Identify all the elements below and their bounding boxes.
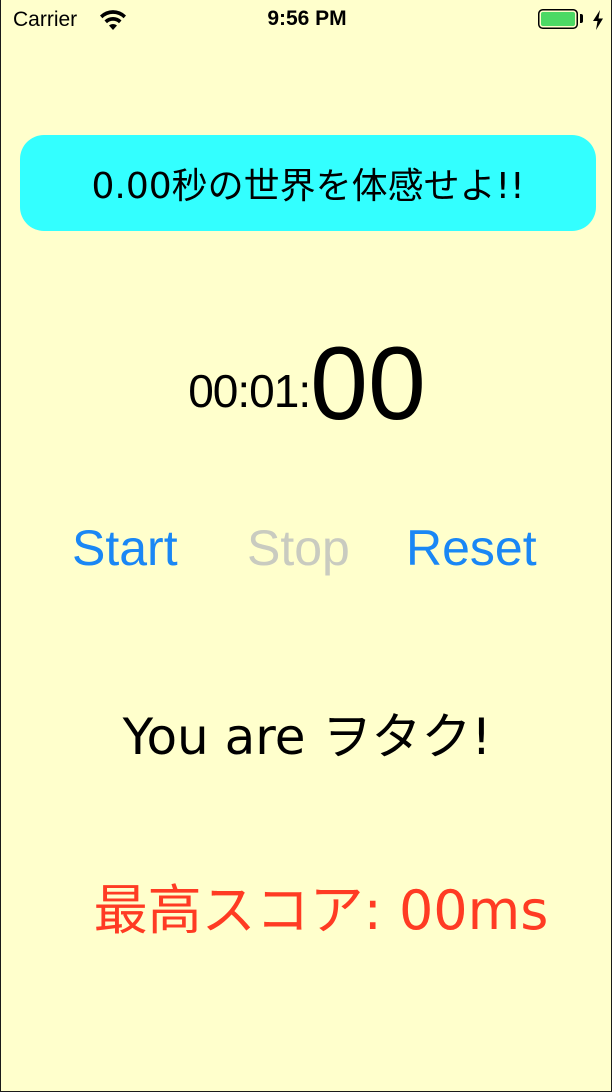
result-message: You are ヲタク!	[122, 708, 492, 766]
charging-icon	[593, 10, 603, 30]
battery-nub	[580, 14, 583, 23]
best-score-label: 最高スコア: 00ms	[93, 879, 549, 942]
stop-button[interactable]: Stop	[247, 515, 350, 581]
timer-controls: Start Stop Reset	[1, 515, 612, 581]
battery-icon	[538, 9, 578, 29]
reset-button[interactable]: Reset	[406, 515, 537, 581]
title-banner: 0.00秒の世界を体感せよ!!	[20, 135, 596, 231]
status-bar: Carrier 9:56 PM	[1, 0, 611, 42]
start-button[interactable]: Start	[72, 515, 178, 581]
timer-centiseconds: 00	[310, 326, 426, 442]
app-screen: Carrier 9:56 PM 0.00秒の世界を体感せよ!! 00:01: 0…	[0, 0, 612, 1092]
timer-minutes-seconds: 00:01:	[188, 365, 311, 417]
timer-display: 00:01: 00	[1, 320, 612, 440]
status-time: 9:56 PM	[267, 7, 347, 30]
banner-text: 0.00秒の世界を体感せよ!!	[91, 166, 525, 207]
